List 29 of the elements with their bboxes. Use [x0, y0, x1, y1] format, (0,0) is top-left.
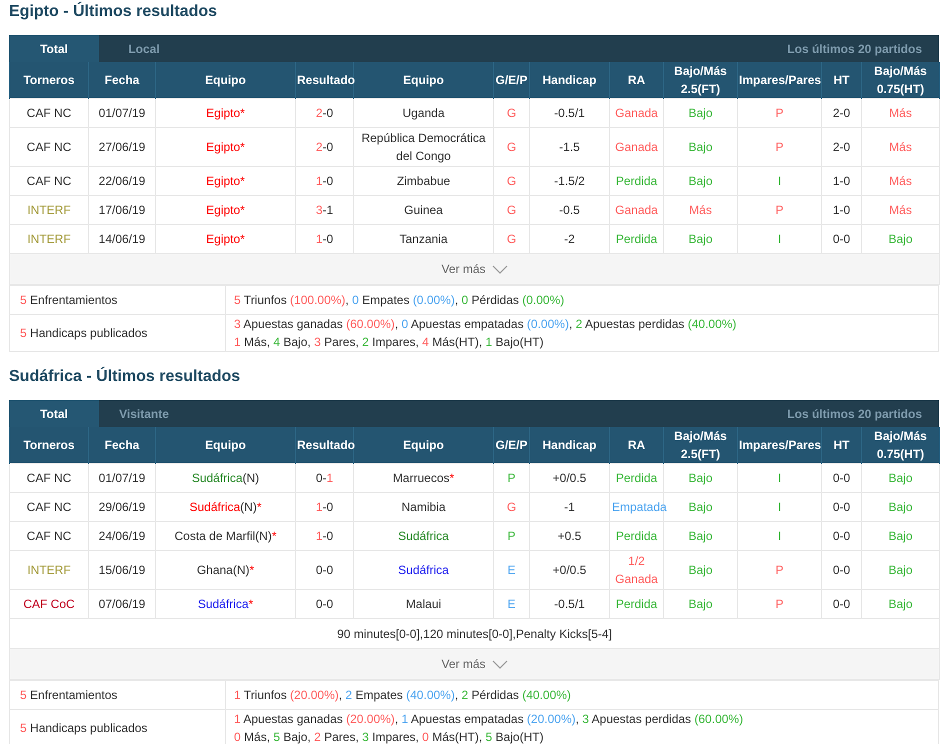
tab[interactable]: Local: [99, 35, 189, 62]
team-cell: Uganda: [354, 98, 494, 128]
section-title: Sudáfrica - Últimos resultados: [9, 367, 240, 387]
range-label: Los últimos 20 partidos: [787, 40, 923, 58]
summary-text: 3 Apuestas ganadas (60.00%), 0 Apuestas empatadas (0.00%), 2 Apuestas perdidas (40.00%): [234, 316, 736, 333]
summary-text: 0 Más, 5 Bajo, 2 Pares, 3 Impares, 0 Más(HT), 5 Bajo(HT): [234, 729, 544, 744]
tab[interactable]: Total: [9, 400, 99, 427]
chevron-down-icon: [492, 660, 508, 668]
team-cell: Marruecos*: [354, 464, 494, 492]
see-more-link[interactable]: Ver más: [441, 655, 508, 673]
team-cell: Egipto*: [156, 98, 296, 128]
summary-text: 5 Triunfos (100.00%), 0 Empates (0.00%), 0 Pérdidas (0.00%): [234, 292, 564, 309]
summary-text: 1 Triunfos (20.00%), 2 Empates (40.00%), 2 Pérdidas (40.00%): [234, 687, 571, 704]
match-note: 90 minutes[0-0],120 minutes[0-0],Penalty Kicks[5-4]: [337, 626, 612, 640]
tournament-cell: CAF NC: [10, 464, 88, 492]
summary-label: 5 Enfrentamientos: [20, 293, 118, 307]
range-label: Los últimos 20 partidos: [787, 406, 923, 422]
see-more-link[interactable]: Ver más: [441, 260, 508, 278]
team-cell: Sudáfrica(N): [156, 464, 296, 492]
summary-text: 1 Apuestas ganadas (20.00%), 1 Apuestas empatadas (20.00%), 3 Apuestas perdidas (60.00%): [234, 711, 744, 728]
summary-text: 1 Más, 4 Bajo, 3 Pares, 2 Impares, 4 Más(HT), 1 Bajo(HT): [234, 334, 544, 351]
summary-label: 5 Enfrentamientos: [20, 688, 118, 702]
summary-label: 5 Handicaps publicados: [20, 326, 148, 340]
tab[interactable]: Visitante: [99, 400, 189, 427]
tab[interactable]: Total: [9, 35, 99, 62]
tournament-cell: CAF NC: [10, 98, 88, 128]
chevron-down-icon: [492, 264, 508, 274]
summary-label: 5 Handicaps publicados: [20, 721, 148, 735]
section-title: Egipto - Últimos resultados: [9, 2, 218, 22]
